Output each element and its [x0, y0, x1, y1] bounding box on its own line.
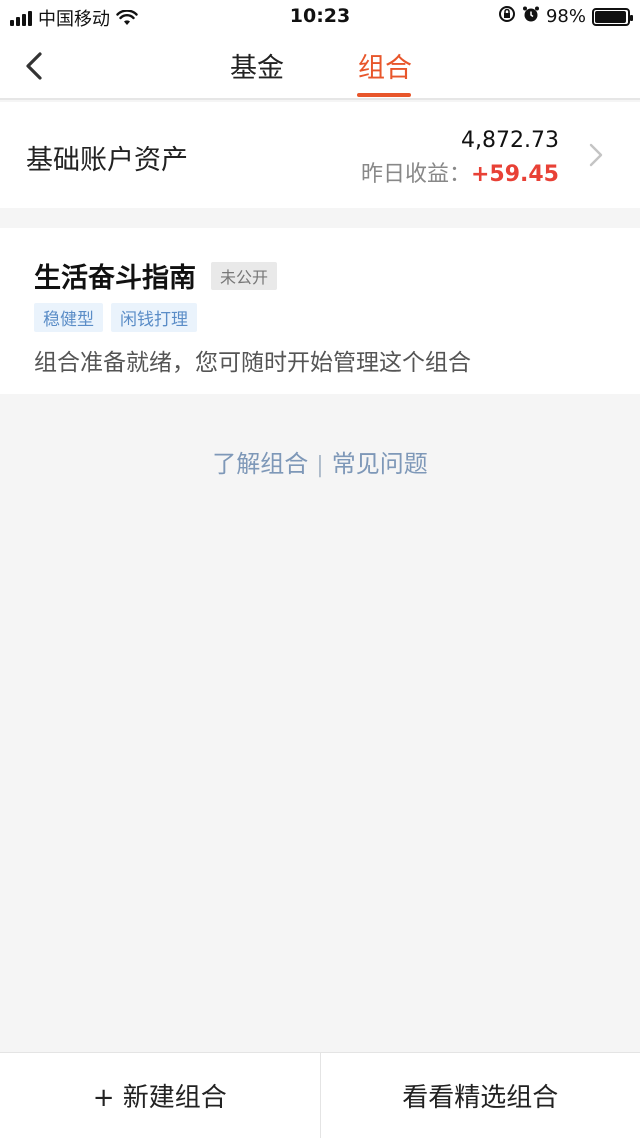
account-assets-row[interactable]: 基础账户资产 4,872.73 昨日收益：+59.45 [0, 102, 640, 208]
tag-purpose: 闲钱打理 [111, 303, 197, 332]
browse-featured-button[interactable]: 看看精选组合 [319, 1053, 640, 1138]
portfolio-tags: 稳健型 闲钱打理 [34, 303, 197, 332]
battery-icon [592, 7, 633, 26]
chevron-right-icon [589, 143, 603, 167]
tab-portfolio[interactable]: 组合 [358, 46, 412, 85]
status-bar: 中国移动 10:23 98% [0, 0, 640, 32]
battery-percent: 98% [545, 6, 586, 27]
alarm-icon [522, 5, 540, 28]
help-links: 了解组合 | 常见问题 [0, 444, 640, 479]
back-button[interactable] [18, 48, 54, 84]
earnings-value: +59.45 [470, 162, 559, 187]
tab-fund[interactable]: 基金 [230, 46, 284, 85]
visibility-badge: 未公开 [211, 262, 278, 290]
learn-portfolio-link[interactable]: 了解组合 [212, 450, 308, 478]
create-portfolio-button[interactable]: + 新建组合 [0, 1053, 320, 1138]
active-tab-indicator [357, 93, 411, 97]
faq-link[interactable]: 常见问题 [332, 450, 428, 478]
battery-fill [595, 10, 627, 23]
lock-rotation-icon [498, 5, 516, 28]
status-right: 98% [498, 5, 633, 28]
portfolio-card[interactable]: 生活奋斗指南 未公开 稳健型 闲钱打理 组合准备就绪，您可随时开始管理这个组合 [0, 228, 640, 394]
nav-bar: 基金 组合 [0, 32, 640, 100]
portfolio-name: 生活奋斗指南 [34, 263, 196, 294]
earnings-label: 昨日收益： [360, 162, 471, 187]
account-earnings: 昨日收益：+59.45 [361, 156, 559, 188]
tag-risk-type: 稳健型 [34, 303, 103, 332]
bottom-action-bar: + 新建组合 看看精选组合 [0, 1052, 640, 1138]
account-title: 基础账户资产 [26, 145, 188, 176]
link-separator: | [316, 453, 324, 478]
portfolio-description: 组合准备就绪，您可随时开始管理这个组合 [34, 350, 471, 376]
account-amount: 4,872.73 [461, 128, 559, 153]
chevron-left-icon [26, 52, 42, 80]
